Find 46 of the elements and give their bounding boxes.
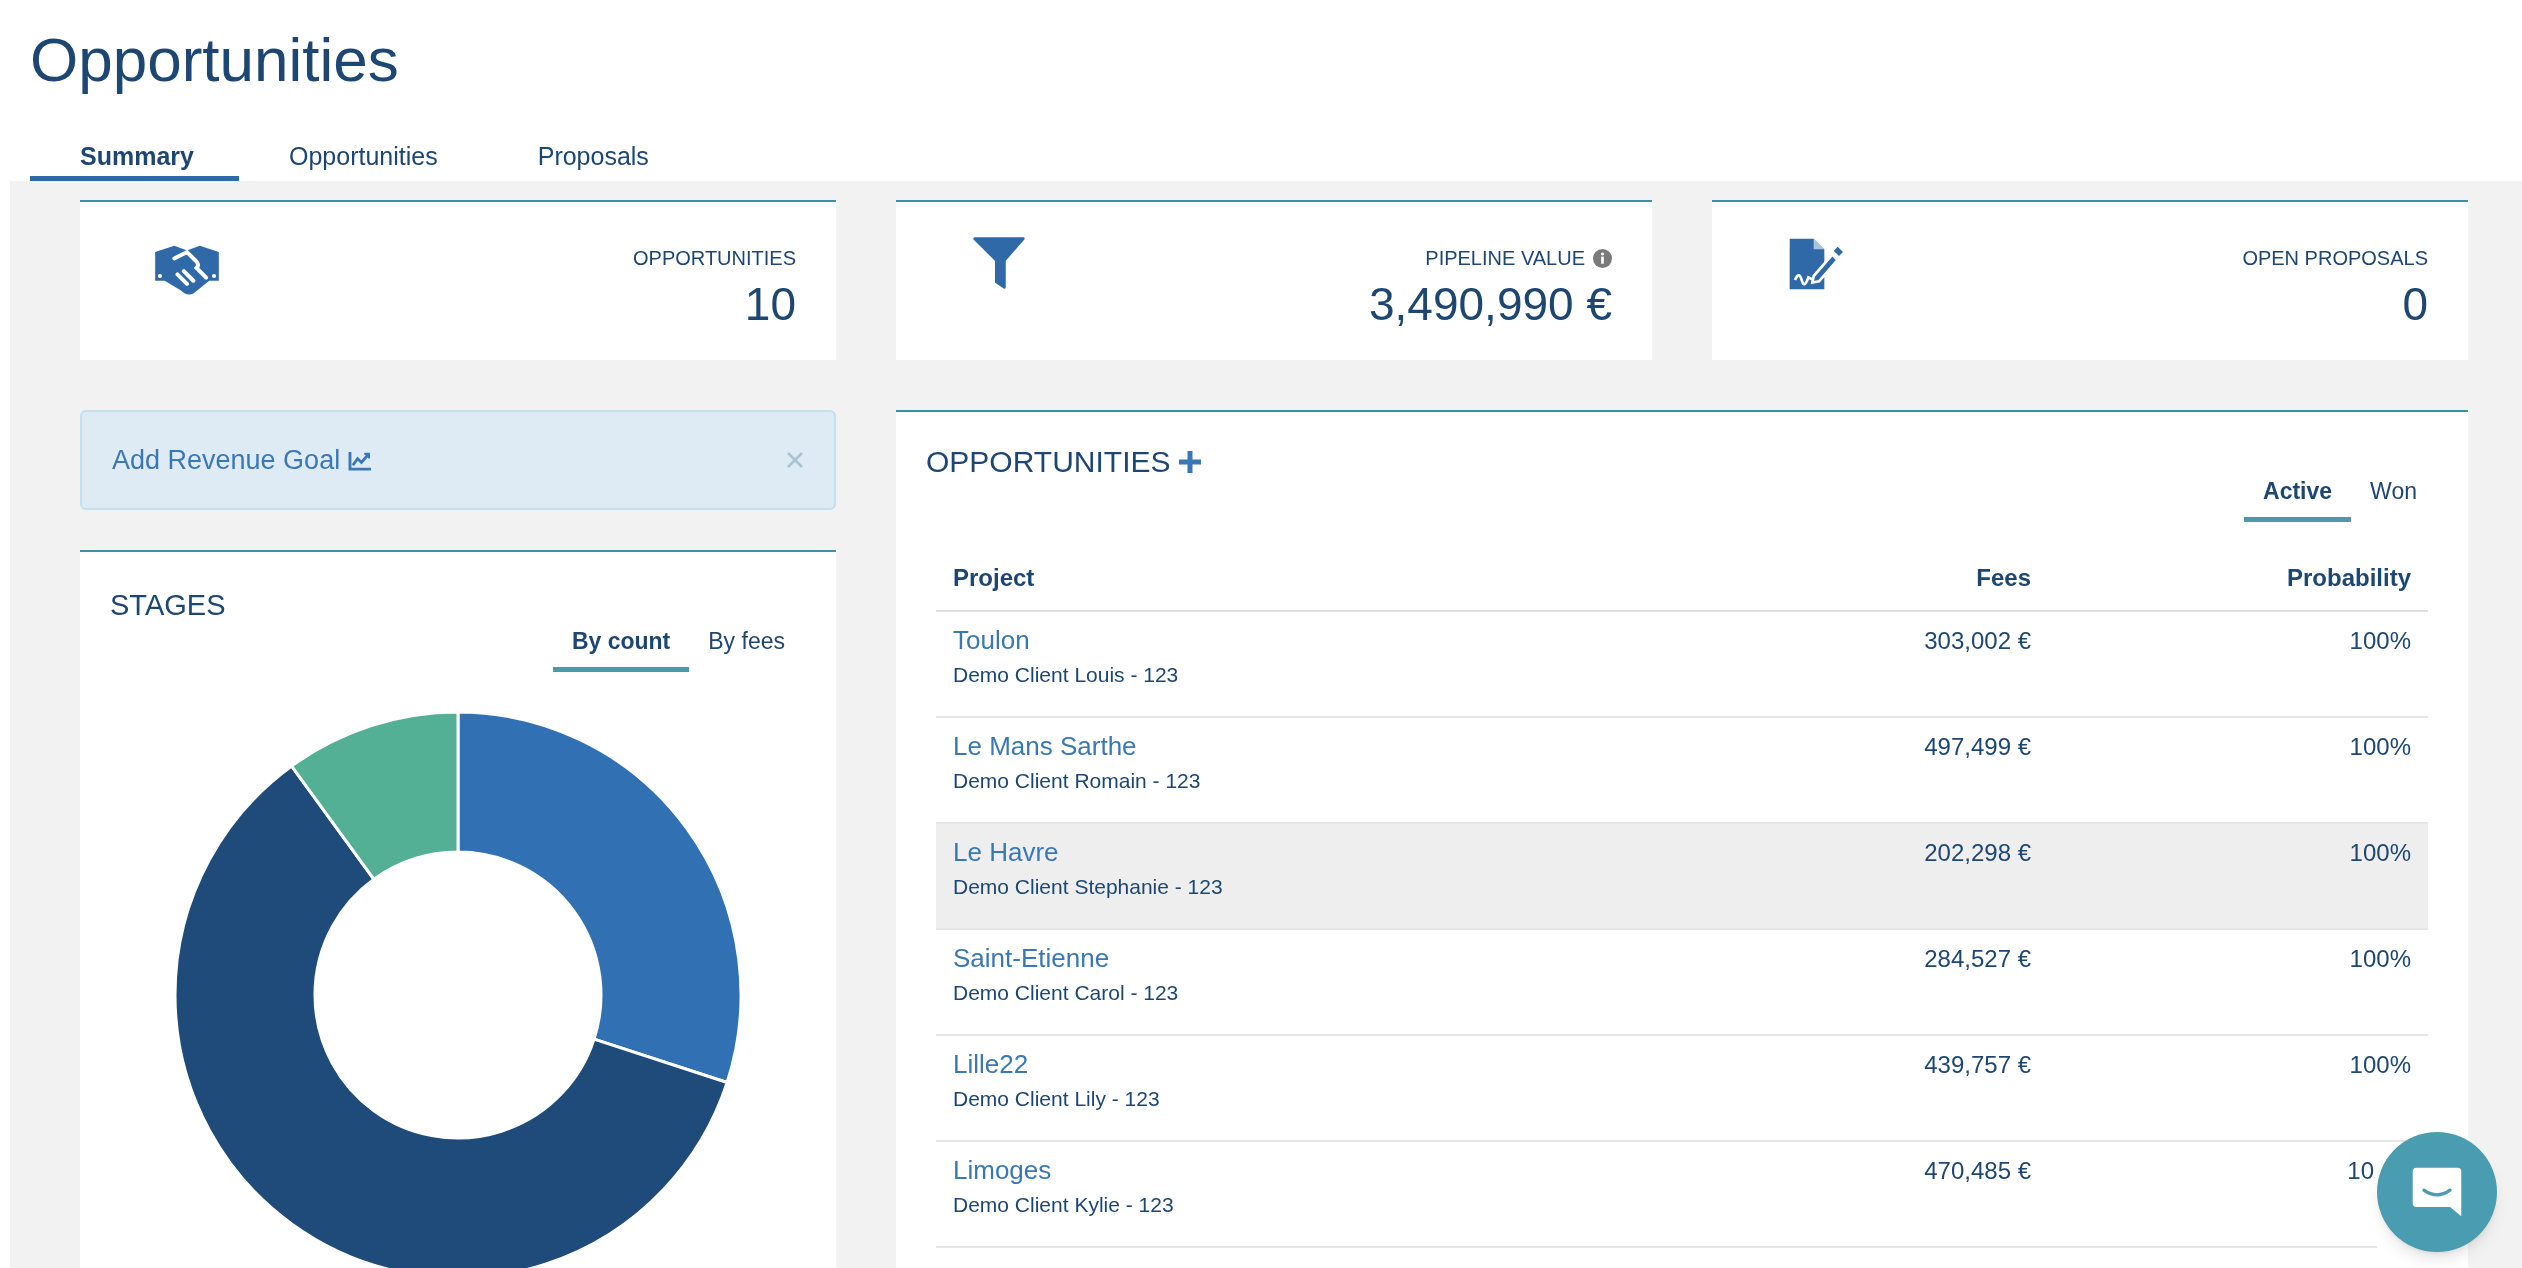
table-row[interactable]: Le Havre Demo Client Stephanie - 123 202,298 € 100% (936, 823, 2428, 930)
probability-value: 100% (2349, 626, 2411, 654)
project-link[interactable]: Saint-Etienne (953, 941, 1110, 974)
panel-title: STAGES (110, 588, 226, 622)
fees-value: 439,757 € (1924, 1050, 2031, 1078)
probability-value: 100% (2349, 1050, 2411, 1078)
client-name: Demo Client Romain - 123 (953, 767, 1201, 794)
fees-value: 497,499 € (1924, 732, 2031, 760)
fees-value: 303,002 € (1924, 626, 2031, 654)
fees-value: 202,298 € (1924, 838, 2031, 866)
project-link[interactable]: Le Havre (953, 835, 1059, 868)
column-header: Probability (2286, 563, 2411, 591)
fees-value: 284,527 € (1924, 944, 2031, 972)
probability-value: 100% (2349, 944, 2411, 972)
probability-value: 100% (2349, 838, 2411, 866)
client-name: Demo Client Louis - 123 (953, 661, 1179, 688)
probability-value: 100% (2349, 732, 2411, 760)
project-link[interactable]: Limoges (953, 1153, 1052, 1186)
toggle-tab[interactable]: Active (2244, 474, 2352, 522)
stat-value: 10 (744, 277, 796, 332)
chart-line-icon (348, 449, 373, 471)
panel-title: OPPORTUNITIES (926, 444, 1171, 480)
column-header: Project (953, 563, 1035, 591)
page-title: Opportunities (30, 24, 400, 96)
add-revenue-goal-link[interactable]: Add Revenue Goal (112, 439, 373, 481)
client-name: Demo Client Stephanie - 123 (953, 873, 1223, 900)
tab[interactable]: Opportunities (239, 136, 488, 181)
project-link[interactable]: Le Mans Sarthe (953, 729, 1137, 762)
probability-value: 10 (2347, 1156, 2374, 1184)
fees-value: 470,485 € (1924, 1156, 2031, 1184)
client-name: Demo Client Lily - 123 (953, 1085, 1160, 1112)
project-link[interactable]: Toulon (953, 623, 1030, 656)
stat-value: 0 (2402, 277, 2428, 332)
tab[interactable]: Proposals (487, 136, 699, 181)
toggle-tab[interactable]: By fees (689, 624, 804, 672)
funnel-icon (972, 236, 1026, 290)
toggle-tab[interactable]: By count (552, 624, 690, 672)
stat-label: PIPELINE VALUE (1425, 246, 1585, 270)
toggle-tab[interactable]: Won (2351, 474, 2436, 522)
project-link[interactable]: Lille22 (953, 1047, 1029, 1080)
stat-label: OPEN PROPOSALS (2242, 246, 2428, 270)
stat-value: 3,490,990 € (1369, 277, 1612, 332)
stat-label: OPPORTUNITIES (633, 246, 796, 270)
client-name: Demo Client Carol - 123 (953, 979, 1179, 1006)
client-name: Demo Client Kylie - 123 (953, 1191, 1174, 1218)
column-header: Fees (1976, 563, 2031, 591)
